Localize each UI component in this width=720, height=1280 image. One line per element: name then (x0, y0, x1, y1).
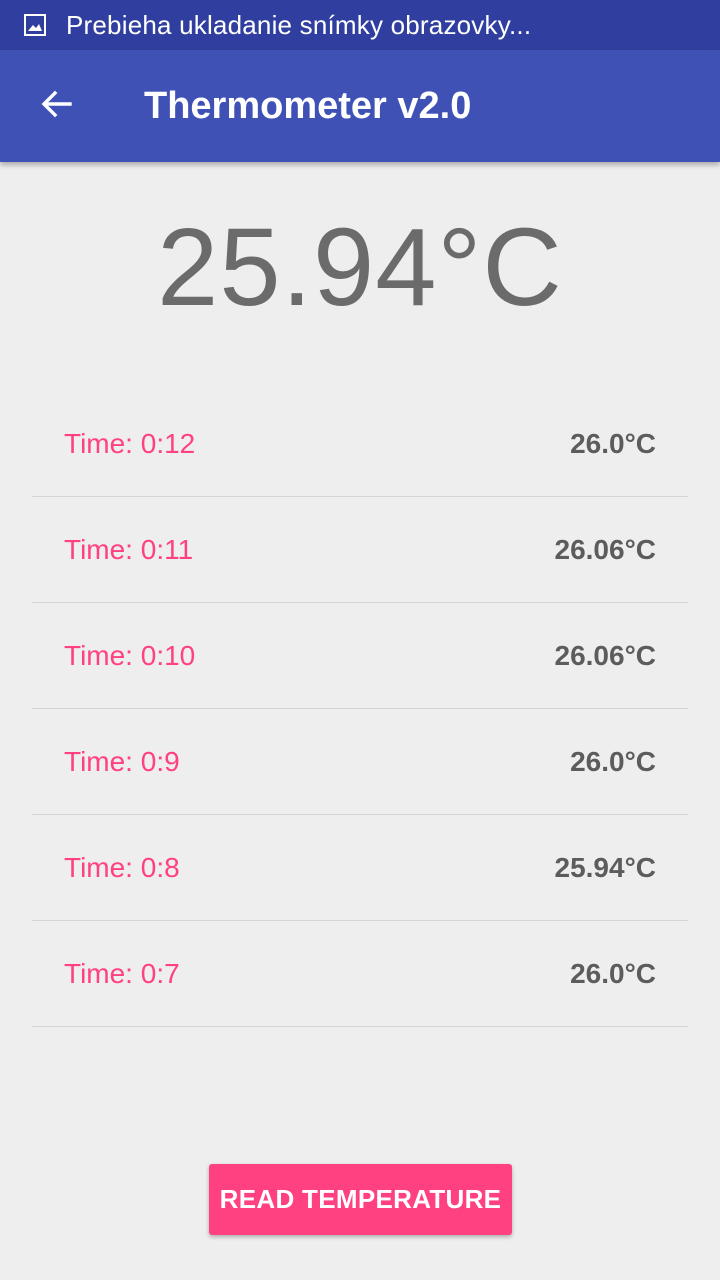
page-title: Thermometer v2.0 (144, 84, 472, 127)
image-icon (24, 14, 46, 36)
reading-time: Time: 0:9 (64, 745, 180, 777)
status-bar: Prebieha ukladanie snímky obrazovky... (0, 0, 720, 50)
readings-list: Time: 0:12 26.0°C Time: 0:11 26.06°C Tim… (32, 391, 688, 1027)
reading-time: Time: 0:8 (64, 851, 180, 883)
back-button[interactable] (26, 76, 86, 136)
list-item: Time: 0:11 26.06°C (32, 497, 688, 603)
list-item: Time: 0:8 25.94°C (32, 815, 688, 921)
current-temperature: 25.94°C (157, 206, 563, 329)
app-bar: Thermometer v2.0 (0, 50, 720, 162)
reading-time: Time: 0:12 (64, 427, 196, 459)
list-item: Time: 0:12 26.0°C (32, 391, 688, 497)
reading-value: 25.94°C (554, 851, 657, 883)
reading-time: Time: 0:10 (64, 639, 196, 671)
read-temperature-button[interactable]: READ TEMPERATURE (209, 1164, 512, 1235)
status-notification-text: Prebieha ukladanie snímky obrazovky... (66, 9, 532, 40)
reading-value: 26.0°C (570, 745, 656, 777)
list-item: Time: 0:10 26.06°C (32, 603, 688, 709)
reading-value: 26.0°C (570, 957, 656, 989)
reading-time: Time: 0:7 (64, 957, 180, 989)
reading-value: 26.0°C (570, 427, 656, 459)
list-item: Time: 0:7 26.0°C (32, 921, 688, 1027)
arrow-back-icon (39, 87, 73, 126)
list-item: Time: 0:9 26.0°C (32, 709, 688, 815)
reading-value: 26.06°C (554, 533, 657, 565)
reading-value: 26.06°C (554, 639, 657, 671)
reading-time: Time: 0:11 (64, 533, 194, 565)
